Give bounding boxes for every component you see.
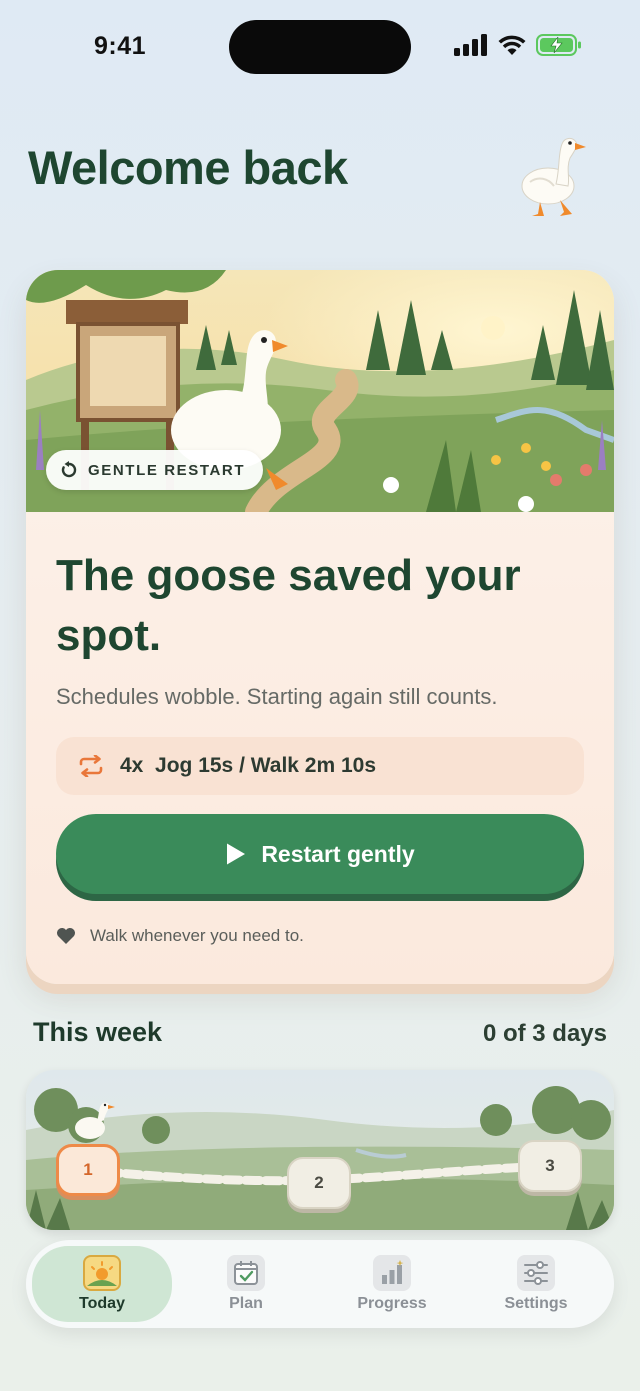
day-node-1[interactable]: 1	[56, 1144, 120, 1196]
week-trail: 1 2 3	[26, 1070, 614, 1230]
restart-card: GENTLE RESTART The goose saved your spot…	[26, 270, 614, 984]
status-bar: 9:41	[0, 0, 640, 95]
tab-plan[interactable]: Plan	[176, 1246, 316, 1322]
heart-icon	[57, 928, 75, 944]
restart-gently-label: Restart gently	[261, 840, 415, 867]
tab-progress[interactable]: Progress	[322, 1246, 462, 1322]
status-time: 9:41	[94, 32, 147, 60]
cellular-signal-icon	[454, 34, 487, 56]
restart-icon	[61, 461, 77, 478]
tab-today-label: Today	[79, 1295, 125, 1312]
battery-charging-icon	[536, 34, 581, 56]
wifi-icon	[498, 35, 526, 55]
walk-hint: Walk whenever you need to.	[56, 926, 304, 946]
goose-mascot-icon	[521, 137, 586, 216]
hint-text: Walk whenever you need to.	[90, 926, 304, 945]
workout-summary: 4x Jog 15s / Walk 2m 10s	[56, 737, 584, 795]
dynamic-island	[229, 20, 411, 74]
sunrise-icon	[83, 1255, 121, 1291]
play-icon	[227, 843, 246, 865]
tab-bar: Today Plan Progress Settings	[26, 1240, 614, 1328]
restart-gently-button[interactable]: Restart gently	[56, 814, 584, 894]
page-title: Welcome back	[28, 141, 348, 194]
repeat-icon	[79, 755, 103, 777]
card-headline: The goose saved your spot.	[56, 551, 521, 660]
week-progress-count: 0 of 3 days	[482, 1020, 607, 1047]
day-node-2[interactable]: 2	[287, 1157, 351, 1209]
day-node-3[interactable]: 3	[518, 1140, 582, 1192]
tab-plan-label: Plan	[229, 1295, 263, 1312]
system-icons	[454, 34, 582, 56]
week-section-title: This week	[33, 1017, 163, 1047]
badge-label: GENTLE RESTART	[88, 461, 246, 479]
bar-chart-icon	[373, 1255, 411, 1291]
sliders-icon	[517, 1255, 555, 1291]
tab-settings[interactable]: Settings	[466, 1246, 606, 1322]
card-subline: Schedules wobble. Starting again still c…	[56, 684, 498, 709]
calendar-check-icon	[227, 1255, 265, 1291]
gentle-restart-badge: GENTLE RESTART	[46, 450, 264, 490]
tab-settings-label: Settings	[504, 1295, 568, 1312]
workout-text: 4x Jog 15s / Walk 2m 10s	[120, 754, 377, 777]
tab-progress-label: Progress	[357, 1295, 427, 1312]
tab-today[interactable]: Today	[32, 1246, 172, 1322]
